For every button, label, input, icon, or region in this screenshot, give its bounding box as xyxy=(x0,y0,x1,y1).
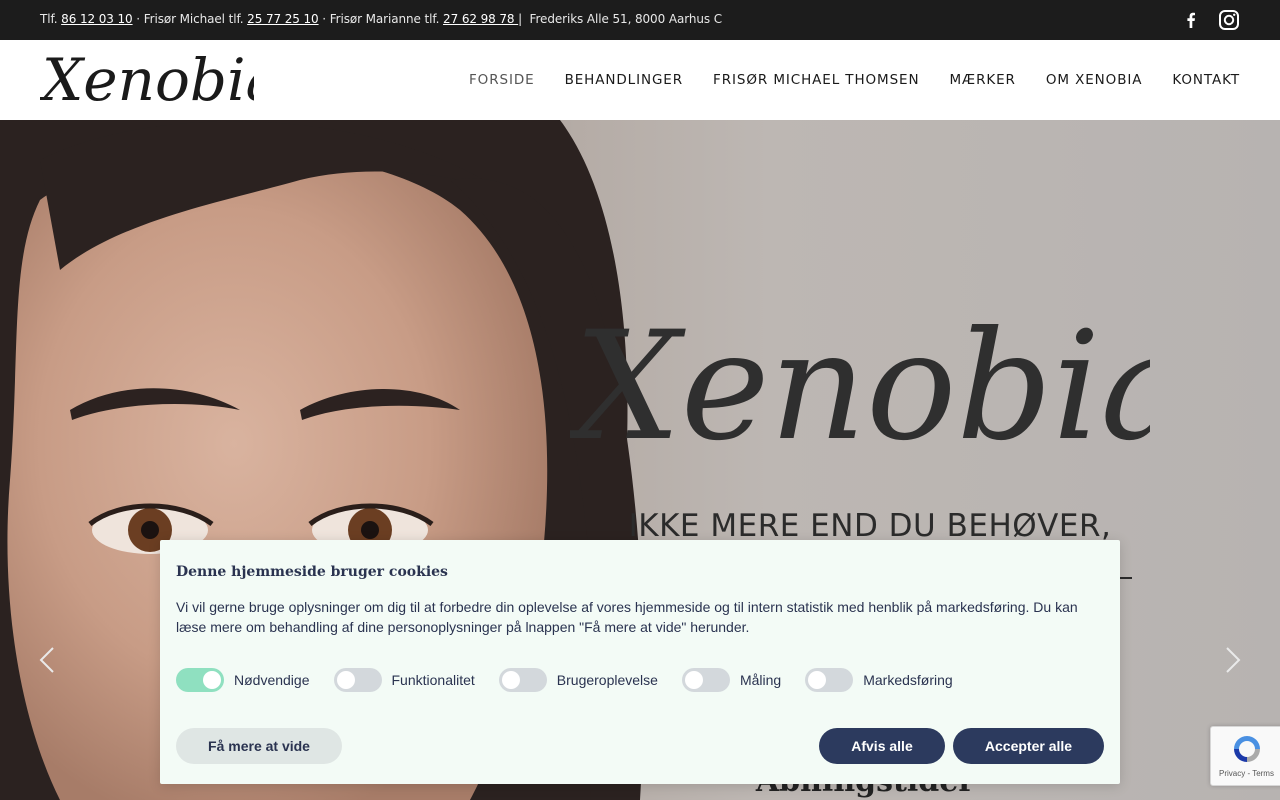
site-logo[interactable]: Xenobia xyxy=(38,46,280,114)
nav-frisor-michael-thomsen[interactable]: FRISØR MICHAEL THOMSEN xyxy=(713,72,919,88)
contact-info: Tlf. 86 12 03 10 · Frisør Michael tlf. 2… xyxy=(40,12,722,26)
nav-om-xenobia[interactable]: OM XENOBIA xyxy=(1046,72,1143,88)
nav-maerker[interactable]: MÆRKER xyxy=(949,72,1015,88)
toggle-functionality[interactable]: Funktionalitet xyxy=(333,668,475,692)
toggle-switch[interactable] xyxy=(333,668,382,692)
facebook-icon[interactable] xyxy=(1180,9,1202,31)
instagram-icon[interactable] xyxy=(1218,9,1240,31)
michael-label: · Frisør Michael tlf. xyxy=(132,12,248,26)
nav-forside[interactable]: FORSIDE xyxy=(469,72,535,88)
hero-tagline: IKKE MERE END DU BEHØVER, xyxy=(628,508,1112,544)
accept-all-button[interactable]: Accepter alle xyxy=(953,728,1104,764)
cookie-toggles: Nødvendige Funktionalitet Brugeroplevels… xyxy=(176,668,977,692)
nav-behandlinger[interactable]: BEHANDLINGER xyxy=(565,72,683,88)
toggle-necessary[interactable]: Nødvendige xyxy=(176,668,310,692)
marianne-label: · Frisør Marianne tlf. xyxy=(318,12,444,26)
nav-kontakt[interactable]: KONTAKT xyxy=(1172,72,1240,88)
toggle-switch[interactable] xyxy=(805,668,854,692)
recaptcha-badge[interactable]: Privacy - Terms xyxy=(1210,726,1280,786)
recaptcha-links[interactable]: Privacy - Terms xyxy=(1219,769,1274,778)
phone-main-link[interactable]: 86 12 03 10 xyxy=(61,12,133,26)
cookie-consent-dialog: Denne hjemmeside bruger cookies Vi vil g… xyxy=(160,540,1120,784)
toggle-label: Markedsføring xyxy=(863,672,953,688)
address-text: Frederiks Alle 51, 8000 Aarhus C xyxy=(522,12,723,26)
toggle-user-experience[interactable]: Brugeroplevelse xyxy=(498,668,658,692)
toggle-label: Måling xyxy=(739,672,782,688)
toggle-label: Funktionalitet xyxy=(391,672,475,688)
hero-script-text: Xenobia xyxy=(570,300,1150,460)
learn-more-button[interactable]: Få mere at vide xyxy=(176,728,342,764)
hero-script-title: Xenobia xyxy=(570,300,1150,460)
social-links xyxy=(1180,9,1240,31)
cookie-title: Denne hjemmeside bruger cookies xyxy=(176,564,448,580)
chevron-right-icon xyxy=(1226,647,1241,673)
toggle-switch[interactable] xyxy=(681,668,730,692)
toggle-switch[interactable] xyxy=(176,668,224,692)
toggle-label: Brugeroplevelse xyxy=(556,672,658,688)
phone-michael-link[interactable]: 25 77 25 10 xyxy=(247,12,319,26)
tlf-label: Tlf. xyxy=(40,12,62,26)
logo-text: Xenobia xyxy=(40,48,254,112)
recaptcha-icon xyxy=(1234,736,1260,762)
cookie-description: Vi vil gerne bruge oplysninger om dig ti… xyxy=(176,599,1078,635)
site-header: Xenobia FORSIDE BEHANDLINGER FRISØR MICH… xyxy=(0,40,1280,120)
main-nav: FORSIDE BEHANDLINGER FRISØR MICHAEL THOM… xyxy=(469,40,1240,120)
top-info-bar: Tlf. 86 12 03 10 · Frisør Michael tlf. 2… xyxy=(0,0,1280,40)
toggle-measurement[interactable]: Måling xyxy=(681,668,782,692)
slider-prev-button[interactable] xyxy=(37,646,57,674)
toggle-label: Nødvendige xyxy=(234,672,310,688)
chevron-left-icon xyxy=(39,647,54,673)
slider-next-button[interactable] xyxy=(1223,646,1243,674)
toggle-switch[interactable] xyxy=(498,668,547,692)
phone-marianne-link[interactable]: 27 62 98 78 xyxy=(443,12,518,26)
reject-all-button[interactable]: Afvis alle xyxy=(819,728,945,764)
toggle-marketing[interactable]: Markedsføring xyxy=(805,668,953,692)
